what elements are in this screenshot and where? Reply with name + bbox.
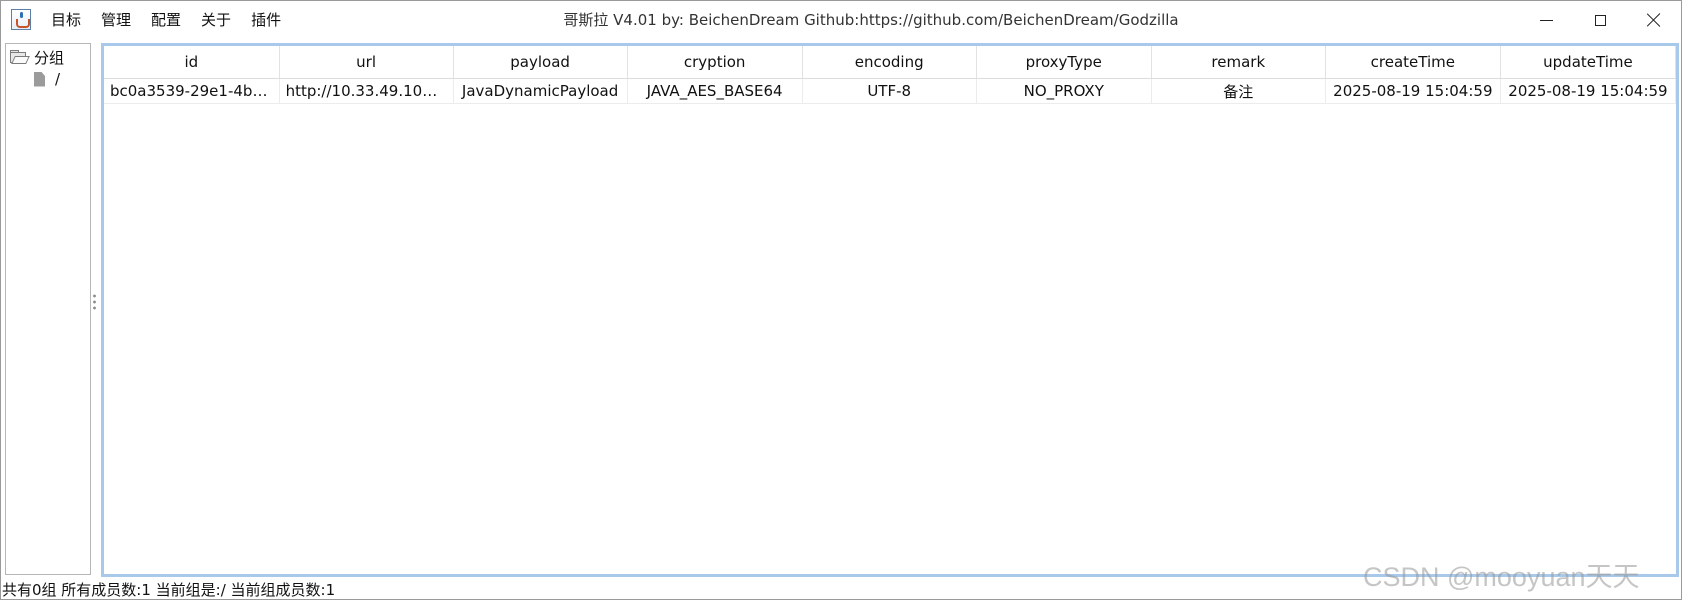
menu-item-about[interactable]: 关于 bbox=[191, 1, 241, 39]
close-button[interactable] bbox=[1627, 1, 1681, 39]
cell-payload[interactable]: JavaDynamicPayload bbox=[453, 78, 628, 104]
shell-table: id url payload cryption encoding proxyTy… bbox=[104, 46, 1676, 104]
menu-bar: 目标 管理 配置 关于 插件 bbox=[49, 1, 291, 39]
minimize-button[interactable] bbox=[1519, 1, 1573, 39]
tree-node-child-label: / bbox=[55, 70, 61, 88]
menu-item-plugins[interactable]: 插件 bbox=[241, 1, 291, 39]
column-header-updatetime[interactable]: updateTime bbox=[1500, 46, 1676, 79]
cell-createtime[interactable]: 2025-08-19 15:04:59 bbox=[1325, 78, 1501, 104]
tree-node-child[interactable]: / bbox=[34, 70, 60, 88]
column-header-encoding[interactable]: encoding bbox=[802, 46, 977, 79]
column-header-id[interactable]: id bbox=[104, 46, 280, 79]
cell-encoding[interactable]: UTF-8 bbox=[802, 78, 977, 104]
group-tree[interactable]: 分组 / bbox=[5, 43, 91, 575]
file-icon bbox=[34, 71, 45, 87]
column-header-createtime[interactable]: createTime bbox=[1325, 46, 1501, 79]
menu-item-manage[interactable]: 管理 bbox=[91, 1, 141, 39]
cell-cryption[interactable]: JAVA_AES_BASE64 bbox=[627, 78, 803, 104]
column-header-url[interactable]: url bbox=[279, 46, 454, 79]
grip-dots-icon bbox=[93, 293, 96, 311]
column-header-proxytype[interactable]: proxyType bbox=[976, 46, 1152, 79]
column-header-payload[interactable]: payload bbox=[453, 46, 628, 79]
split-pane-divider[interactable] bbox=[91, 43, 99, 575]
minimize-icon bbox=[1539, 19, 1553, 21]
table-header-row: id url payload cryption encoding proxyTy… bbox=[104, 46, 1676, 79]
shell-table-panel[interactable]: id url payload cryption encoding proxyTy… bbox=[101, 43, 1679, 577]
cell-proxytype[interactable]: NO_PROXY bbox=[976, 78, 1152, 104]
tree-node-root-label: 分组 bbox=[34, 49, 65, 67]
cell-remark[interactable]: 备注 bbox=[1151, 78, 1326, 104]
window-title: 哥斯拉 V4.01 by: BeichenDream Github:https:… bbox=[563, 11, 1179, 29]
column-header-cryption[interactable]: cryption bbox=[627, 46, 803, 79]
maximize-button[interactable] bbox=[1573, 1, 1627, 39]
close-icon bbox=[1647, 13, 1661, 27]
cell-updatetime[interactable]: 2025-08-19 15:04:59 bbox=[1500, 78, 1676, 104]
cell-url[interactable]: http://10.33.49.100:8... bbox=[279, 78, 454, 104]
table-row[interactable]: bc0a3539-29e1-4b5... http://10.33.49.100… bbox=[104, 78, 1676, 104]
menu-item-config[interactable]: 配置 bbox=[141, 1, 191, 39]
folder-open-icon bbox=[10, 50, 30, 64]
cell-id[interactable]: bc0a3539-29e1-4b5... bbox=[104, 78, 280, 104]
column-header-remark[interactable]: remark bbox=[1151, 46, 1326, 79]
menu-item-target[interactable]: 目标 bbox=[49, 1, 91, 39]
java-cup-icon[interactable] bbox=[11, 9, 31, 30]
title-bar[interactable]: 目标 管理 配置 关于 插件 哥斯拉 V4.01 by: BeichenDrea… bbox=[1, 1, 1681, 39]
watermark-text: CSDN @mooyuan天天 bbox=[1363, 562, 1640, 592]
app-window: 目标 管理 配置 关于 插件 哥斯拉 V4.01 by: BeichenDrea… bbox=[0, 0, 1682, 600]
tree-node-root[interactable]: 分组 bbox=[10, 47, 64, 68]
maximize-icon bbox=[1594, 14, 1606, 26]
